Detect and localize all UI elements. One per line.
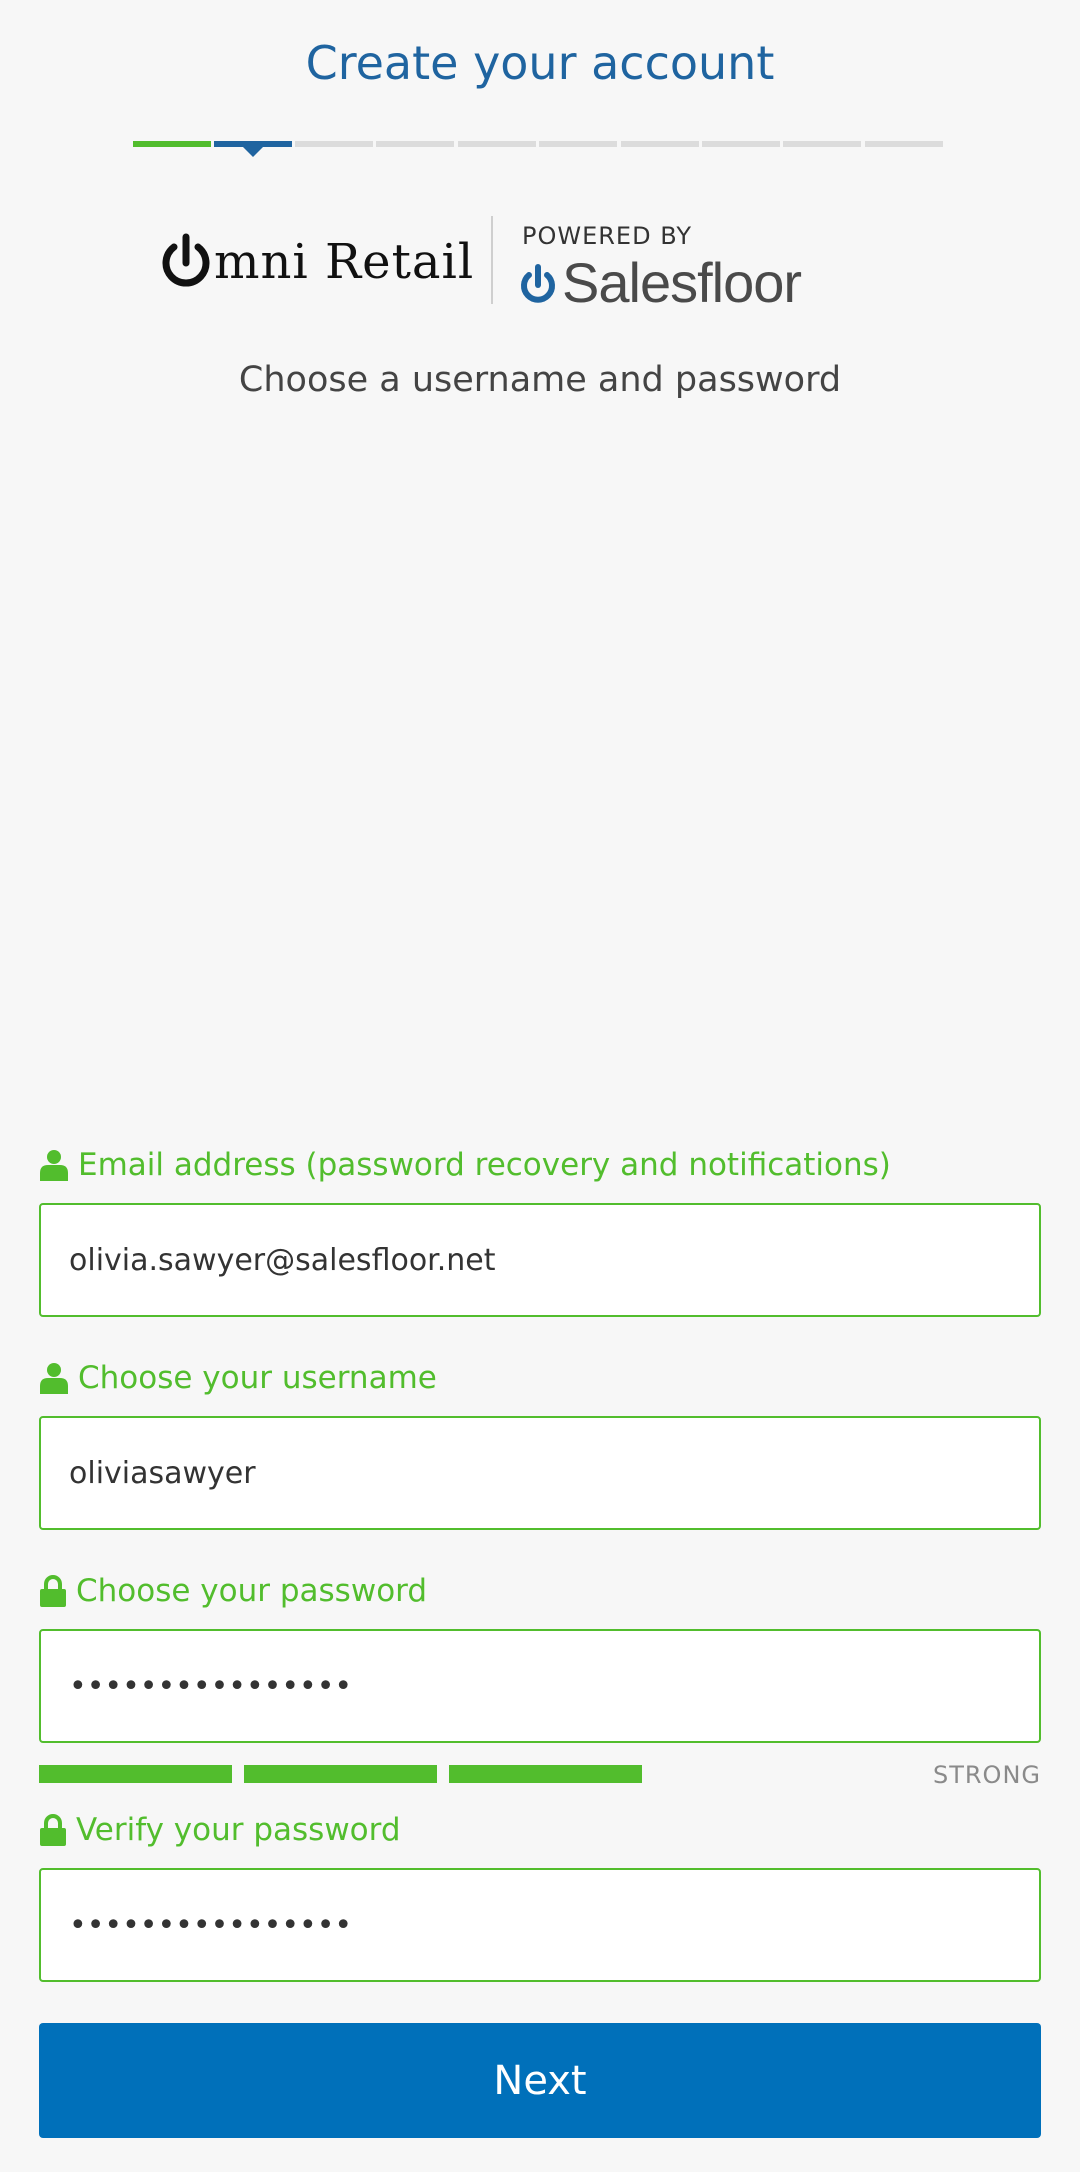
lock-icon: [40, 1575, 66, 1607]
password-strength-label: STRONG: [932, 1761, 1041, 1789]
omni-retail-logo: mni Retail: [160, 232, 474, 292]
step-4: [376, 141, 454, 147]
password-field[interactable]: [39, 1629, 1041, 1743]
current-step-pointer-icon: [243, 147, 263, 157]
step-3: [295, 141, 373, 147]
email-field[interactable]: [39, 1203, 1041, 1317]
step-7: [621, 141, 699, 147]
email-label: Email address (password recovery and not…: [40, 1147, 891, 1183]
step-8: [702, 141, 780, 147]
omni-retail-logo-text: mni Retail: [214, 234, 475, 290]
username-label: Choose your username: [40, 1360, 437, 1396]
username-field[interactable]: [39, 1416, 1041, 1530]
step-10: [865, 141, 943, 147]
strength-segment: [39, 1765, 232, 1783]
page-subtitle: Choose a username and password: [238, 360, 842, 400]
next-button[interactable]: Next: [39, 2023, 1041, 2138]
email-label-text: Email address (password recovery and not…: [78, 1147, 891, 1183]
salesfloor-logo: Salesfloor: [520, 250, 802, 315]
verify-password-field[interactable]: [39, 1868, 1041, 1982]
password-label: Choose your password: [40, 1573, 427, 1609]
progress-stepper: [133, 141, 945, 157]
salesfloor-logo-text: Salesfloor: [562, 251, 802, 314]
user-icon: [40, 1363, 68, 1394]
brand-logos: mni Retail POWERED BY Salesfloor: [0, 210, 1080, 314]
step-9: [783, 141, 861, 147]
username-label-text: Choose your username: [78, 1360, 437, 1396]
verify-password-label-text: Verify your password: [76, 1812, 401, 1848]
powered-by-label: POWERED BY: [522, 222, 693, 250]
step-5: [458, 141, 536, 147]
user-icon: [40, 1150, 68, 1181]
step-1: [133, 141, 211, 147]
logo-divider: [491, 216, 493, 304]
strength-segment: [449, 1765, 642, 1783]
page-title: Create your account: [305, 36, 775, 90]
power-icon: [162, 233, 210, 287]
verify-password-label: Verify your password: [40, 1812, 401, 1848]
strength-segment: [244, 1765, 437, 1783]
lock-icon: [40, 1814, 66, 1846]
step-6: [539, 141, 617, 147]
password-label-text: Choose your password: [76, 1573, 428, 1609]
password-strength-meter: STRONG: [39, 1761, 1041, 1789]
salesfloor-power-icon: [521, 263, 555, 303]
signup-screen: Create your account mni Retail POWERED B…: [0, 0, 1080, 2172]
